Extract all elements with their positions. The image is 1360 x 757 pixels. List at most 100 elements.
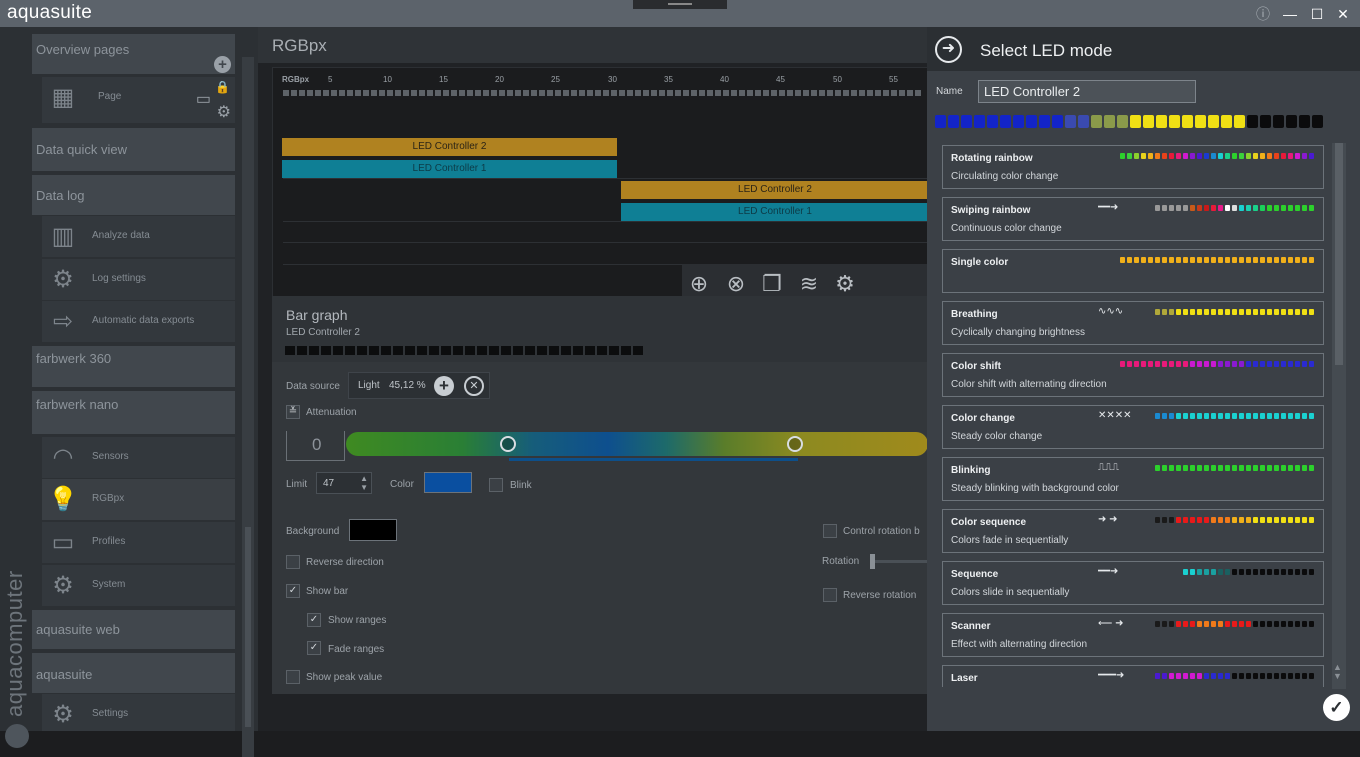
ruler-pixel [651, 90, 657, 96]
mode-blinking[interactable]: Blinking Steady blinking with background … [942, 457, 1324, 501]
close-button[interactable]: ✕ [1333, 4, 1353, 24]
data-source-field[interactable]: Light 45,12 % + ✕ [348, 372, 490, 399]
wave-icon: ∿∿∿ [1098, 307, 1124, 317]
mode-sequence[interactable]: Sequence Colors slide in sequentially ━━➜ [942, 561, 1324, 605]
mode-swiping-rainbow[interactable]: Swiping rainbow Continuous color change ━━… [942, 197, 1324, 241]
range-handle[interactable] [787, 436, 803, 452]
show-ranges-checkbox[interactable]: ✓ [307, 613, 321, 627]
track-led-controller-2[interactable]: LED Controller 2 [282, 138, 617, 156]
sidebar-section-aquasuite-web[interactable]: aquasuite web [32, 610, 235, 649]
mode-breathing[interactable]: Breathing Cyclically changing brightness ∿… [942, 301, 1324, 345]
settings-gear-icon[interactable]: ⚙ [831, 270, 859, 298]
mode-preview-pixel [1218, 413, 1223, 419]
sidebar-item-system[interactable]: ⚙ System [42, 565, 235, 606]
limit-stepper[interactable]: 47 ▲ ▼ [316, 472, 372, 494]
maximize-button[interactable]: ☐ [1307, 4, 1327, 24]
sidebar-item-automatic-data-exports[interactable]: ⇨ Automatic data exports [42, 301, 235, 342]
layers-icon[interactable]: ≋ [795, 270, 823, 298]
track-led-controller-1[interactable]: LED Controller 1 [621, 203, 929, 221]
mode-color-shift[interactable]: Color shift Color shift with alternating … [942, 353, 1324, 397]
ruler-pixel [603, 90, 609, 96]
led-pixel [1234, 115, 1245, 128]
ruler-pixel [323, 90, 329, 96]
remove-icon[interactable]: ⊗ [722, 270, 750, 298]
sidebar-item-settings[interactable]: ⚙ Settings [42, 694, 235, 731]
scroll-arrows-icon[interactable]: ▲ ▼ [1333, 663, 1342, 681]
mode-list-scrollbar[interactable]: ▲ ▼ [1332, 143, 1346, 689]
mode-preview-pixel [1267, 465, 1272, 471]
sidebar-item-analyze-data[interactable]: ▥ Analyze data [42, 216, 235, 257]
reverse-rotation-checkbox[interactable] [823, 588, 837, 602]
mode-preview-pixel [1246, 361, 1251, 367]
range-handle[interactable] [500, 436, 516, 452]
bar-pixel [429, 346, 439, 355]
sidebar-item-profiles[interactable]: ▭ Profiles [42, 522, 235, 563]
mode-preview-pixel [1246, 153, 1251, 159]
info-icon[interactable]: ⓘ [1253, 4, 1273, 24]
sidebar-section-data-log[interactable]: Data log [32, 175, 235, 215]
mode-rotating-rainbow[interactable]: Rotating rainbow Circulating color change [942, 145, 1324, 189]
sidebar-section-farbwerk-360[interactable]: farbwerk 360 [32, 346, 235, 387]
reverse-direction-checkbox[interactable] [286, 555, 300, 569]
range-start-field[interactable]: 0 [286, 431, 345, 461]
ruler-tick: 40 [720, 75, 729, 84]
background-swatch[interactable] [349, 519, 397, 541]
sidebar-item-sensors[interactable]: ◠ Sensors [42, 437, 235, 478]
sidebar-item-page[interactable]: ▦ Page ▭ 🔒 ⚙ [42, 77, 235, 123]
confirm-check-button[interactable]: ✓ [1323, 694, 1350, 721]
mode-preview-pixel [1169, 621, 1174, 627]
fade-ranges-checkbox[interactable]: ✓ [307, 641, 321, 655]
copy-icon[interactable]: ❐ [758, 270, 786, 298]
drag-handle[interactable] [633, 0, 727, 9]
mode-color-change[interactable]: Color change Steady color change ✕✕✕✕ [942, 405, 1324, 449]
mode-preview-pixel [1204, 257, 1209, 263]
sidebar-section-aquasuite[interactable]: aquasuite [32, 653, 235, 693]
mode-laser[interactable]: Laser ━━━➜ [942, 665, 1324, 687]
sidebar-item-rgbpx[interactable]: 💡 RGBpx [42, 479, 235, 520]
add-page-icon[interactable]: + [214, 56, 231, 73]
mode-single-color[interactable]: Single color [942, 249, 1324, 293]
remove-source-icon[interactable]: ✕ [464, 376, 484, 396]
sidebar-section-data-quick-view[interactable]: Data quick view [32, 128, 235, 171]
ruler-pixel [499, 90, 505, 96]
sidebar-scrollbar[interactable] [242, 57, 254, 757]
ruler-pixel [827, 90, 833, 96]
ruler-pixel [875, 90, 881, 96]
track-led-controller-2[interactable]: LED Controller 2 [621, 181, 929, 199]
minimize-button[interactable]: — [1280, 4, 1300, 24]
sidebar-section-overview-pages[interactable]: Overview pages + [32, 34, 235, 74]
add-source-icon[interactable]: + [434, 376, 454, 396]
sidebar-section-farbwerk-nano[interactable]: farbwerk nano [32, 391, 235, 434]
add-icon[interactable]: ⊕ [685, 270, 713, 298]
blink-checkbox[interactable] [489, 478, 503, 492]
name-input[interactable] [978, 80, 1196, 103]
sidebar-item-log-settings[interactable]: ⚙ Log settings [42, 259, 235, 300]
mode-title: Sequence [951, 569, 999, 580]
ruler-pixel [515, 90, 521, 96]
track-led-controller-1[interactable]: LED Controller 1 [282, 160, 617, 178]
bar-pixel [357, 346, 367, 355]
stepper-arrows-icon[interactable]: ▲ ▼ [360, 474, 368, 492]
mode-preview-pixel [1295, 673, 1300, 679]
color-swatch[interactable] [424, 472, 472, 493]
mode-preview-pixel [1183, 257, 1188, 263]
monitor-icon[interactable]: ▭ [196, 89, 211, 109]
show-peak-checkbox[interactable] [286, 670, 300, 684]
show-bar-checkbox[interactable]: ✓ [286, 584, 300, 598]
data-source-name: Light [358, 380, 380, 391]
page-grid-icon: ▦ [51, 84, 75, 111]
control-rotation-checkbox[interactable] [823, 524, 837, 538]
mode-color-sequence[interactable]: Color sequence Colors fade in sequentiall… [942, 509, 1324, 553]
mode-preview-pixel [1197, 569, 1202, 575]
arrow-right-icon[interactable]: ➜ [935, 36, 962, 63]
gradient-range-bar[interactable] [346, 432, 928, 456]
mode-preview-pixel [1190, 673, 1195, 679]
mode-preview [1155, 413, 1314, 419]
mode-scanner[interactable]: Scanner Effect with alternating direction… [942, 613, 1324, 657]
mode-preview-pixel [1211, 465, 1216, 471]
rotation-slider[interactable] [870, 554, 928, 569]
range-start-value: 0 [312, 435, 322, 454]
page-settings-gear-icon[interactable]: ⚙ [217, 102, 231, 122]
attenuation-toggle-icon[interactable]: ≚ [286, 405, 300, 419]
mode-preview-pixel [1232, 621, 1237, 627]
